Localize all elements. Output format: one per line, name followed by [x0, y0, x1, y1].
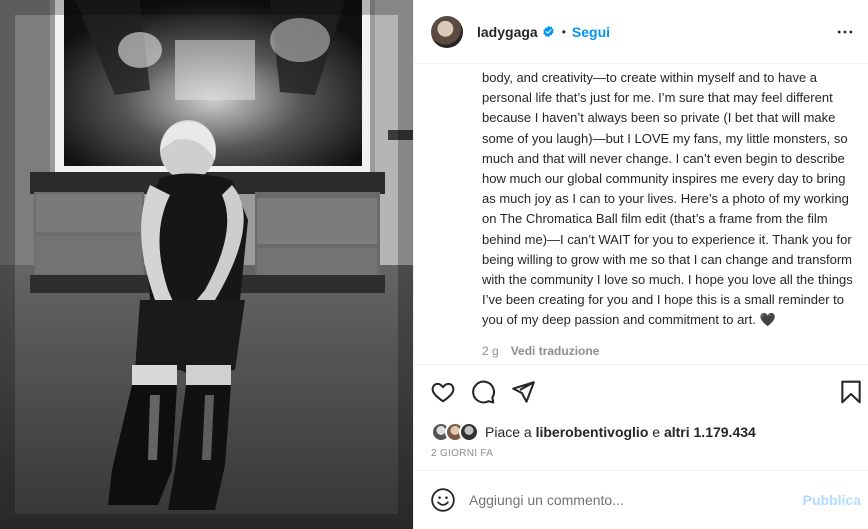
- comment-bar: Pubblica: [414, 470, 868, 529]
- post-date[interactable]: 2 GIORNI FA: [431, 448, 493, 459]
- caption-area: body, and creativity—to create within my…: [414, 64, 868, 364]
- author-username[interactable]: ladygaga: [477, 24, 538, 40]
- caption-meta: 2 g Vedi traduzione: [482, 344, 599, 358]
- heart-icon[interactable]: [430, 379, 456, 405]
- likes-count[interactable]: altri 1.179.434: [664, 424, 756, 440]
- paper-plane-icon[interactable]: [510, 379, 536, 405]
- likes-middle: e: [648, 424, 664, 440]
- post-caption: body, and creativity—to create within my…: [482, 70, 853, 328]
- bookmark-icon[interactable]: [838, 379, 864, 405]
- comment-input[interactable]: [469, 492, 799, 508]
- follow-button[interactable]: Segui: [572, 24, 610, 40]
- see-translation-button[interactable]: Vedi traduzione: [511, 344, 600, 358]
- publish-button[interactable]: Pubblica: [803, 492, 861, 508]
- liker-avatar[interactable]: [459, 422, 479, 442]
- header-separator: •: [561, 24, 566, 39]
- likes-row: Piace a liberobentivoglio e altri 1.179.…: [431, 420, 756, 444]
- more-options-icon[interactable]: [835, 22, 855, 42]
- author-avatar[interactable]: [431, 15, 463, 48]
- post-time-ago: 2 g: [482, 344, 499, 358]
- likes-summary: Piace a liberobentivoglio e altri 1.179.…: [485, 424, 756, 440]
- likes-prefix: Piace a: [485, 424, 536, 440]
- post-photo: [0, 0, 413, 529]
- smiley-icon[interactable]: [430, 487, 456, 513]
- verified-badge-icon: [543, 25, 554, 38]
- post-header: ladygaga • Segui: [414, 0, 868, 64]
- liker-username[interactable]: liberobentivoglio: [536, 424, 649, 440]
- post-side-panel: ladygaga • Segui body, and creativity—to…: [413, 0, 868, 529]
- comment-bubble-icon[interactable]: [470, 379, 496, 405]
- post-image: [0, 0, 413, 529]
